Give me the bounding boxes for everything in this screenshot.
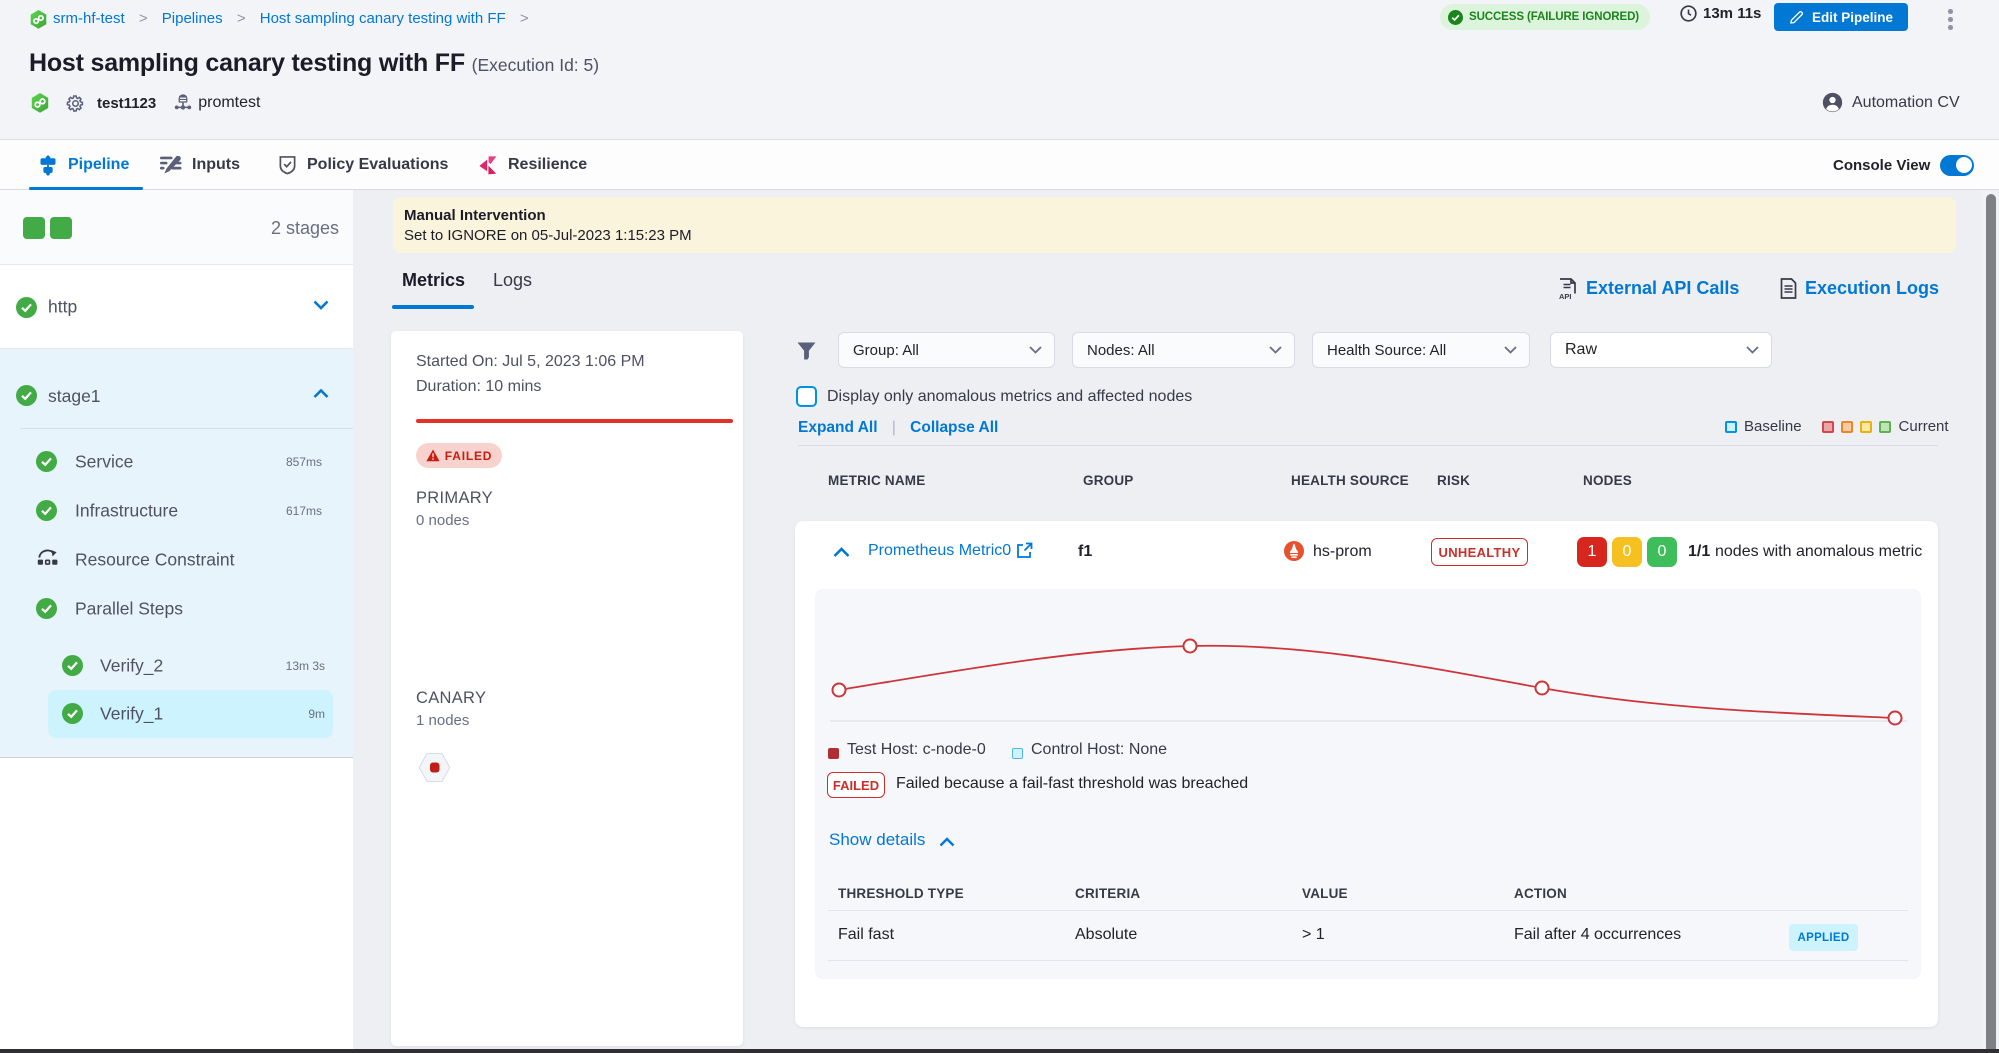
- svg-text:API: API: [1559, 292, 1572, 300]
